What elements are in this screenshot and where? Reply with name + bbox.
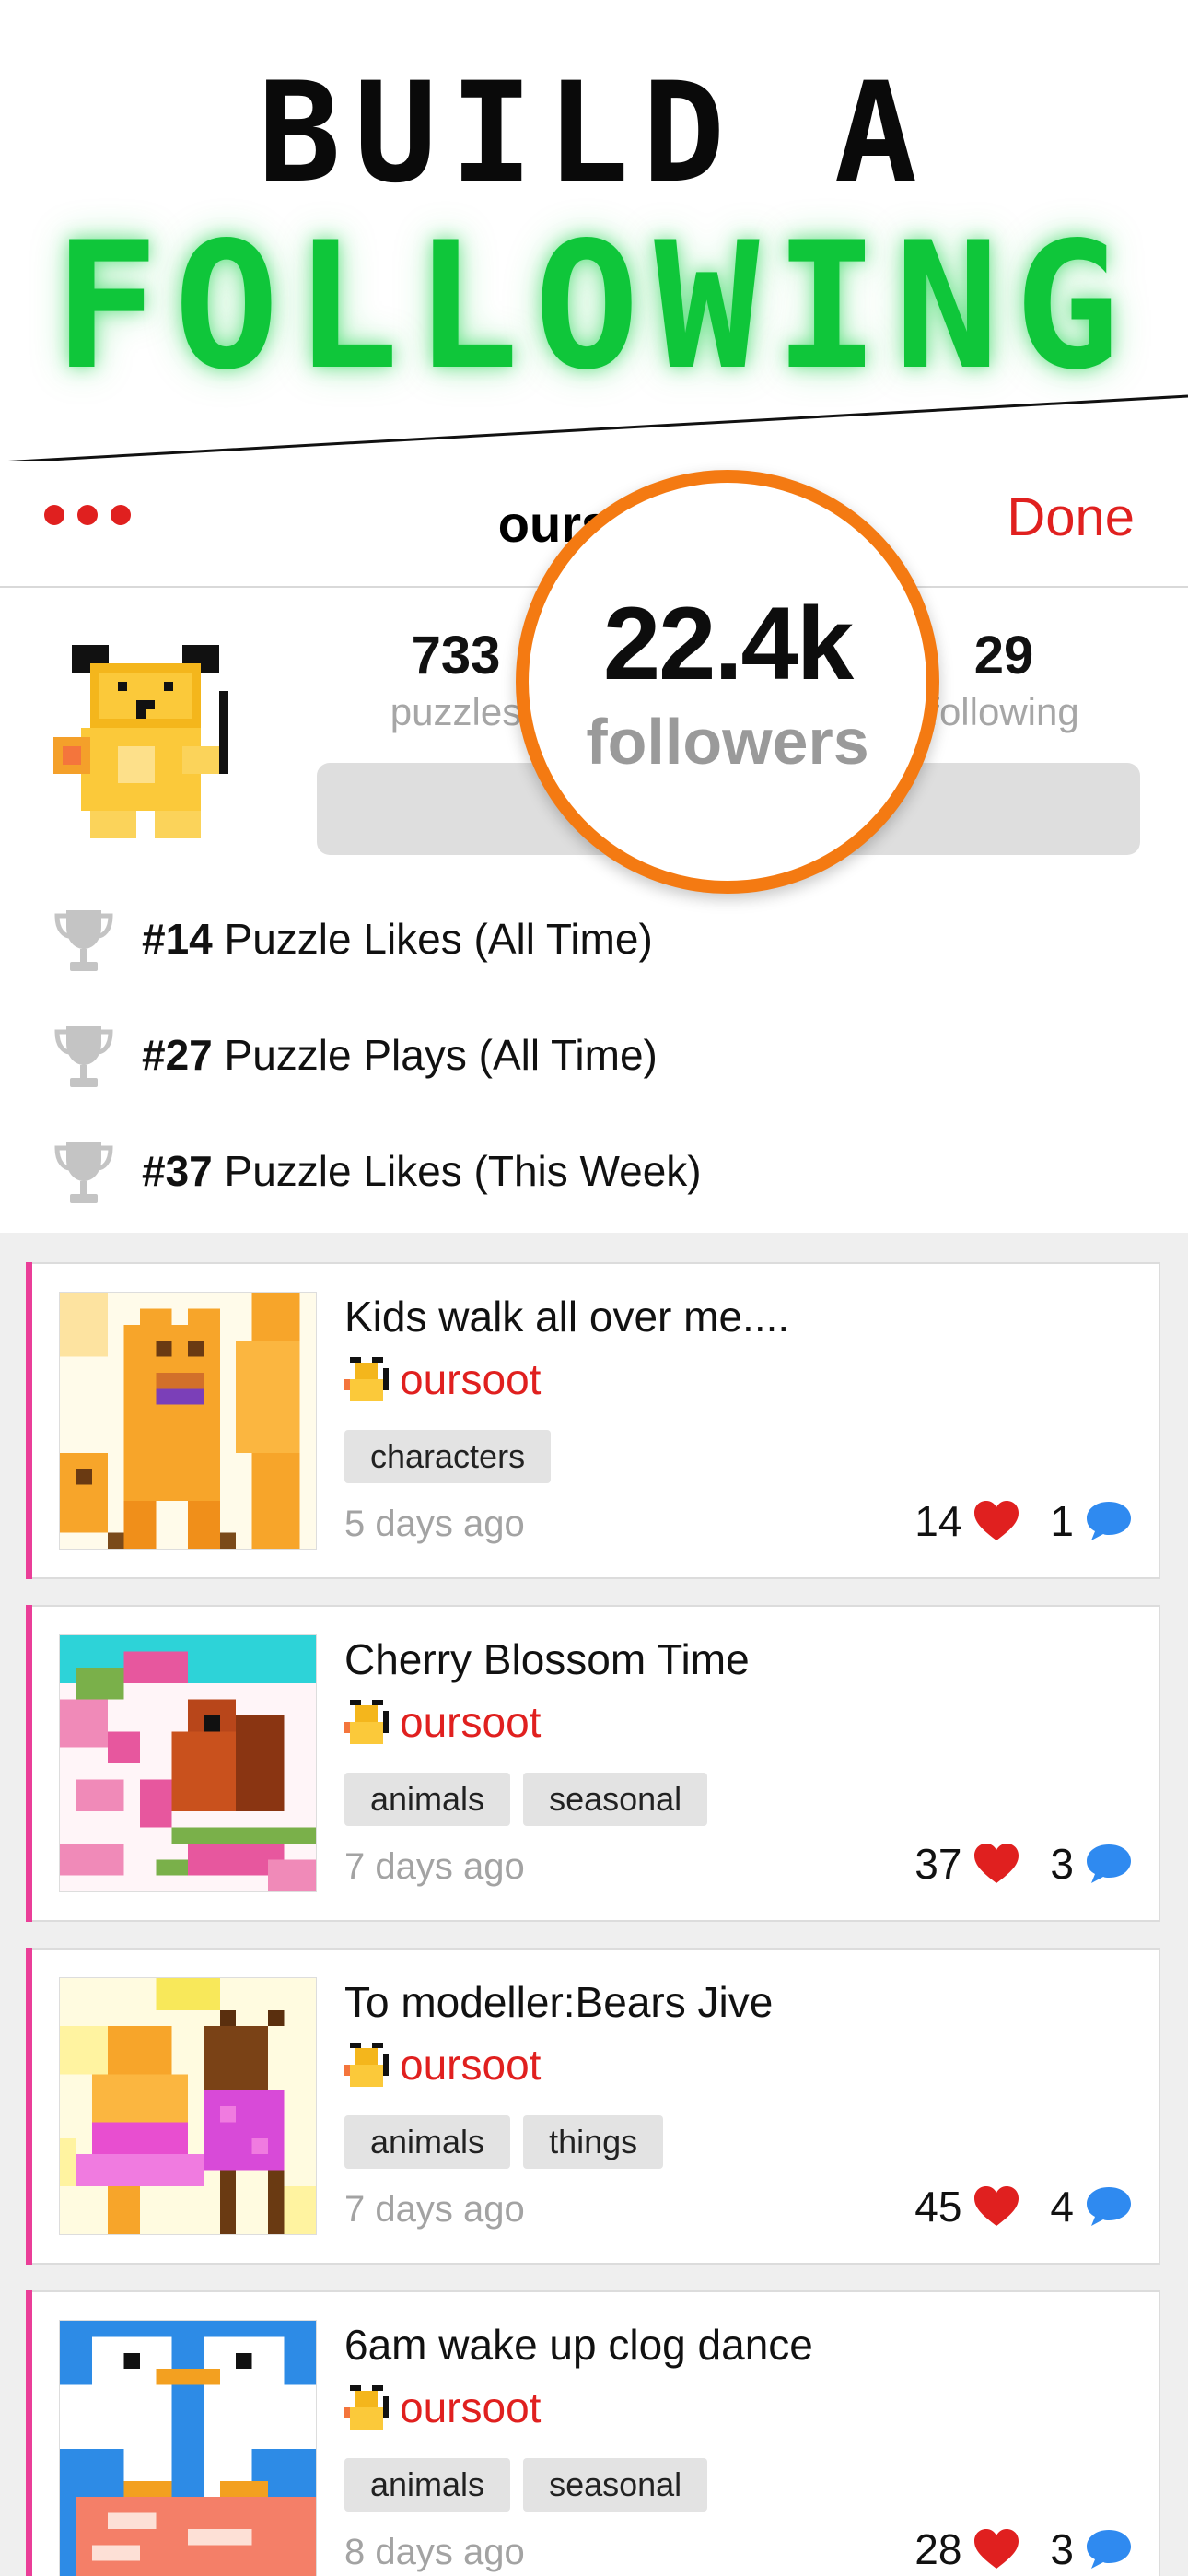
- author-name[interactable]: oursoot: [400, 1354, 541, 1404]
- trophy-icon: [54, 1026, 113, 1087]
- heart-icon[interactable]: [973, 1500, 1020, 1542]
- bear-avatar-icon: [344, 2043, 389, 2087]
- author-name[interactable]: oursoot: [400, 2383, 541, 2432]
- tag[interactable]: seasonal: [523, 1773, 708, 1826]
- achievement-row: #27 Puzzle Plays (All Time): [0, 997, 1188, 1113]
- card-metrics: 28 3: [914, 2524, 1133, 2574]
- achievement-text: #37 Puzzle Likes (This Week): [142, 1146, 702, 1196]
- heart-icon[interactable]: [973, 1843, 1020, 1885]
- achievement-text: #14 Puzzle Likes (All Time): [142, 914, 653, 964]
- card-accent-bar: [26, 2290, 32, 2576]
- post-time: 5 days ago: [344, 1504, 525, 1544]
- like-count: 28: [914, 2525, 962, 2573]
- tag[interactable]: seasonal: [523, 2458, 708, 2512]
- puzzle-thumbnail[interactable]: [59, 1292, 317, 1550]
- card-accent-bar: [26, 1605, 32, 1922]
- puzzle-author[interactable]: oursoot: [344, 2383, 541, 2432]
- comment-count: 4: [1050, 2183, 1074, 2231]
- card-metrics: 14 1: [914, 1496, 1133, 1546]
- tag-list: animals things: [344, 2115, 664, 2169]
- hero-title-line1: BUILD A: [257, 53, 931, 214]
- puzzle-card[interactable]: Cherry Blossom Time oursoot animals seas…: [26, 1605, 1160, 1922]
- bear-avatar-icon[interactable]: [44, 636, 265, 857]
- achievement-rank: #14: [142, 915, 213, 963]
- followers-count: 22.4k: [602, 586, 854, 701]
- comment-icon[interactable]: [1085, 1843, 1133, 1885]
- tag[interactable]: characters: [344, 1430, 552, 1483]
- card-accent-bar: [26, 1262, 32, 1579]
- puzzle-card[interactable]: 6am wake up clog dance oursoot animals s…: [26, 2290, 1160, 2576]
- tag[interactable]: animals: [344, 1773, 511, 1826]
- author-name[interactable]: oursoot: [400, 2040, 541, 2090]
- followers-spotlight[interactable]: 22.4k followers: [516, 470, 939, 894]
- achievement-description: Puzzle Likes (This Week): [212, 1147, 702, 1195]
- like-count: 14: [914, 1497, 962, 1545]
- puzzle-title[interactable]: Cherry Blossom Time: [344, 1634, 750, 1684]
- bear-avatar-icon: [344, 2385, 389, 2430]
- bear-avatar-icon: [344, 1357, 389, 1401]
- done-button[interactable]: Done: [1007, 486, 1135, 548]
- puzzle-thumbnail[interactable]: [59, 2320, 317, 2576]
- heart-icon[interactable]: [973, 2528, 1020, 2570]
- post-time: 7 days ago: [344, 2189, 525, 2230]
- hero-banner: BUILD A FOLLOWING: [0, 0, 1188, 479]
- achievement-row: #37 Puzzle Likes (This Week): [0, 1113, 1188, 1229]
- tag[interactable]: animals: [344, 2115, 511, 2169]
- comment-icon[interactable]: [1085, 1500, 1133, 1542]
- achievement-row: #14 Puzzle Likes (All Time): [0, 881, 1188, 997]
- card-metrics: 37 3: [914, 1839, 1133, 1889]
- puzzle-author[interactable]: oursoot: [344, 2040, 541, 2090]
- puzzle-author[interactable]: oursoot: [344, 1697, 541, 1747]
- tag-list: animals seasonal: [344, 2458, 708, 2512]
- trophy-icon: [54, 910, 113, 971]
- comment-count: 3: [1050, 2525, 1074, 2573]
- tag[interactable]: things: [523, 2115, 664, 2169]
- comment-count: 3: [1050, 1840, 1074, 1888]
- bear-avatar-icon: [344, 1700, 389, 1744]
- achievement-text: #27 Puzzle Plays (All Time): [142, 1030, 658, 1080]
- tag[interactable]: animals: [344, 2458, 511, 2512]
- puzzle-card[interactable]: To modeller:Bears Jive oursoot animals t…: [26, 1948, 1160, 2265]
- achievement-description: Puzzle Likes (All Time): [212, 915, 653, 963]
- comment-icon[interactable]: [1085, 2185, 1133, 2228]
- achievement-rank: #27: [142, 1031, 213, 1079]
- puzzle-card[interactable]: Kids walk all over me.... oursoot charac…: [26, 1262, 1160, 1579]
- heart-icon[interactable]: [973, 2185, 1020, 2228]
- comment-icon[interactable]: [1085, 2528, 1133, 2570]
- tag-list: characters: [344, 1430, 552, 1483]
- card-accent-bar: [26, 1948, 32, 2265]
- post-time: 8 days ago: [344, 2532, 525, 2572]
- puzzle-author[interactable]: oursoot: [344, 1354, 541, 1404]
- puzzle-thumbnail[interactable]: [59, 1634, 317, 1892]
- tag-list: animals seasonal: [344, 1773, 708, 1826]
- puzzle-title[interactable]: Kids walk all over me....: [344, 1292, 789, 1341]
- like-count: 37: [914, 1840, 962, 1888]
- puzzle-title[interactable]: 6am wake up clog dance: [344, 2320, 813, 2370]
- post-time: 7 days ago: [344, 1846, 525, 1887]
- puzzle-feed: Kids walk all over me.... oursoot charac…: [0, 1233, 1188, 2576]
- like-count: 45: [914, 2183, 962, 2231]
- card-metrics: 45 4: [914, 2182, 1133, 2231]
- puzzle-thumbnail[interactable]: [59, 1977, 317, 2235]
- achievement-rank: #37: [142, 1147, 213, 1195]
- followers-label: followers: [586, 706, 869, 778]
- achievement-description: Puzzle Plays (All Time): [212, 1031, 658, 1079]
- trophy-icon: [54, 1142, 113, 1203]
- author-name[interactable]: oursoot: [400, 1697, 541, 1747]
- comment-count: 1: [1050, 1497, 1074, 1545]
- puzzle-title[interactable]: To modeller:Bears Jive: [344, 1977, 773, 2027]
